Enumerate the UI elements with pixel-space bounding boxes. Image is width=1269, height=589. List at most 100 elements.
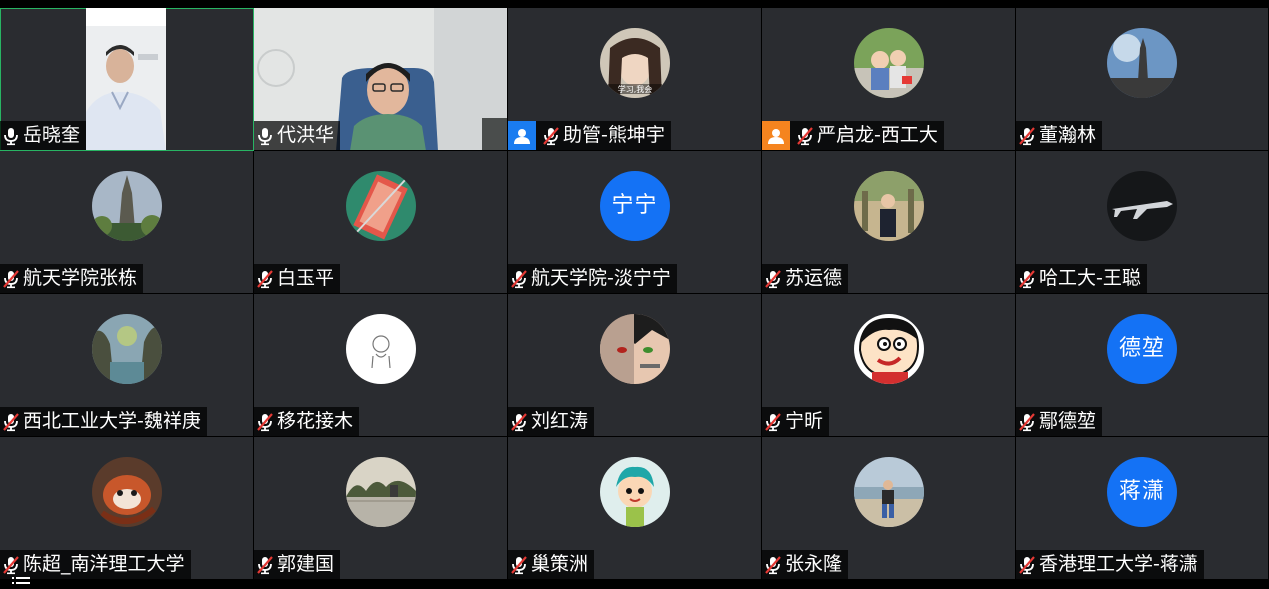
- participant-tile[interactable]: 航天学院张栋: [0, 151, 254, 294]
- mic-muted-icon: [510, 269, 531, 289]
- avatar-person-garden: [853, 171, 924, 241]
- participant-name: 助管-熊坤宇: [563, 124, 665, 146]
- mic-muted-icon: [2, 269, 23, 289]
- participant-video: [86, 8, 166, 150]
- participant-nameplate: 鄢德堃: [1016, 407, 1103, 436]
- participant-name: 岳晓奎: [23, 124, 81, 146]
- mic-muted-icon: [764, 412, 785, 432]
- participant-name: 移花接木: [277, 410, 354, 432]
- participant-name: 刘红涛: [531, 410, 589, 432]
- participant-tile[interactable]: 郭建国: [254, 437, 508, 580]
- mic-muted-icon: [1018, 269, 1039, 289]
- host-icon: [762, 121, 790, 150]
- host-icon: [508, 121, 536, 150]
- avatar-jet-aircraft: [1107, 171, 1177, 241]
- participant-tile[interactable]: 宁昕: [762, 294, 1016, 437]
- participant-tile[interactable]: 西北工业大学-魏祥庚: [0, 294, 254, 437]
- mic-muted-icon: [1018, 555, 1039, 575]
- participant-tile[interactable]: 严启龙-西工大: [762, 8, 1016, 151]
- participant-tile[interactable]: 德堃鄢德堃: [1016, 294, 1269, 437]
- mic-muted-icon: [796, 126, 817, 146]
- participant-name: 哈工大-王聪: [1039, 267, 1141, 289]
- mic-muted-icon: [256, 412, 277, 432]
- participant-name: 严启龙-西工大: [817, 124, 938, 146]
- participant-tile[interactable]: 宁宁航天学院-淡宁宁: [508, 151, 762, 294]
- participant-name: 巢策洲: [531, 553, 589, 575]
- avatar-rock-landscape: [91, 314, 162, 384]
- participant-nameplate: 白玉平: [254, 264, 341, 293]
- participant-nameplate: 张永隆: [762, 550, 849, 579]
- participant-grid: 岳晓奎 代洪华 学习,我会 助管-熊坤宇 严启龙-西工大 董瀚林 航天学院张栋 白玉平 宁宁 航天…: [0, 8, 1269, 580]
- participant-name: 陈超_南洋理工大学: [23, 553, 185, 575]
- mic-icon: [2, 126, 23, 146]
- participant-tile[interactable]: 蒋潇 香港理工大学-蒋潇: [1016, 437, 1269, 580]
- participant-name: 宁昕: [785, 410, 824, 432]
- participant-tile[interactable]: 刘红涛: [508, 294, 762, 437]
- participant-name: 白玉平: [277, 267, 335, 289]
- mic-muted-icon: [764, 269, 785, 289]
- mic-icon: [256, 126, 277, 146]
- participant-tile[interactable]: 代洪华: [254, 8, 508, 151]
- participant-tile[interactable]: 岳晓奎: [0, 8, 254, 151]
- avatar-initials: 德堃: [1107, 314, 1177, 384]
- participant-tile[interactable]: 移花接木: [254, 294, 508, 437]
- mic-muted-icon: [256, 555, 277, 575]
- avatar-church-spire: [91, 171, 162, 241]
- mic-muted-icon: [764, 555, 785, 575]
- avatar-leaf-pattern: [345, 171, 416, 241]
- avatar-anime-portrait: 学习,我会: [599, 28, 670, 98]
- avatar-anime-face: [599, 314, 670, 384]
- participant-tile[interactable]: 白玉平: [254, 151, 508, 294]
- mic-muted-icon: [1018, 412, 1039, 432]
- participant-nameplate: 宁昕: [762, 407, 830, 436]
- avatar-initials: 宁宁: [599, 171, 670, 241]
- participant-name: 苏运德: [785, 267, 843, 289]
- mic-muted-icon: [2, 412, 23, 432]
- participant-tile[interactable]: 哈工大-王聪: [1016, 151, 1269, 294]
- participant-name: 香港理工大学-蒋潇: [1039, 553, 1198, 575]
- participant-nameplate: 移花接木: [254, 407, 360, 436]
- mic-muted-icon: [1018, 126, 1039, 146]
- participant-nameplate: 助管-熊坤宇: [508, 121, 671, 150]
- participant-nameplate: 代洪华: [254, 121, 341, 150]
- avatar-children-photo: [853, 28, 924, 98]
- mic-muted-icon: [510, 412, 531, 432]
- mic-muted-icon: [256, 269, 277, 289]
- participant-name: 航天学院-淡宁宁: [531, 267, 671, 289]
- avatar-tower-sky: [1107, 28, 1177, 98]
- avatar-lake-pavilion: [345, 457, 416, 527]
- participant-tile[interactable]: 学习,我会助管-熊坤宇: [508, 8, 762, 151]
- participant-nameplate: 岳晓奎: [0, 121, 87, 150]
- participant-nameplate: 刘红涛: [508, 407, 595, 436]
- participant-nameplate: 西北工业大学-魏祥庚: [0, 407, 207, 436]
- participant-nameplate: 哈工大-王聪: [1016, 264, 1147, 293]
- avatar-cartoon-kid: [599, 457, 670, 527]
- participant-nameplate: 严启龙-西工大: [762, 121, 944, 150]
- participant-name: 张永隆: [785, 553, 843, 575]
- participant-tile[interactable]: 苏运德: [762, 151, 1016, 294]
- participant-name: 航天学院张栋: [23, 267, 138, 289]
- svg-text:学习,我会: 学习,我会: [617, 84, 652, 94]
- participant-nameplate: 苏运德: [762, 264, 849, 293]
- participant-tile[interactable]: 巢策洲: [508, 437, 762, 580]
- participant-nameplate: 陈超_南洋理工大学: [0, 550, 191, 579]
- participant-name: 郭建国: [277, 553, 335, 575]
- avatar-red-panda: [91, 457, 162, 527]
- avatar-cartoon-boy: [853, 314, 924, 384]
- participant-name: 董瀚林: [1039, 124, 1097, 146]
- participant-nameplate: 航天学院-淡宁宁: [508, 264, 677, 293]
- participant-nameplate: 航天学院张栋: [0, 264, 144, 293]
- participant-tile[interactable]: 董瀚林: [1016, 8, 1269, 151]
- mic-muted-icon: [510, 555, 531, 575]
- participant-name: 代洪华: [277, 124, 335, 146]
- participant-tile[interactable]: 陈超_南洋理工大学: [0, 437, 254, 580]
- participant-tile[interactable]: 张永隆: [762, 437, 1016, 580]
- participant-name: 西北工业大学-魏祥庚: [23, 410, 201, 432]
- participant-nameplate: 董瀚林: [1016, 121, 1103, 150]
- avatar-beach-person: [853, 457, 924, 527]
- avatar-line-drawing: [345, 314, 416, 384]
- mic-muted-icon: [542, 126, 563, 146]
- participant-name: 鄢德堃: [1039, 410, 1097, 432]
- participant-nameplate: 巢策洲: [508, 550, 595, 579]
- menu-icon[interactable]: [12, 576, 34, 588]
